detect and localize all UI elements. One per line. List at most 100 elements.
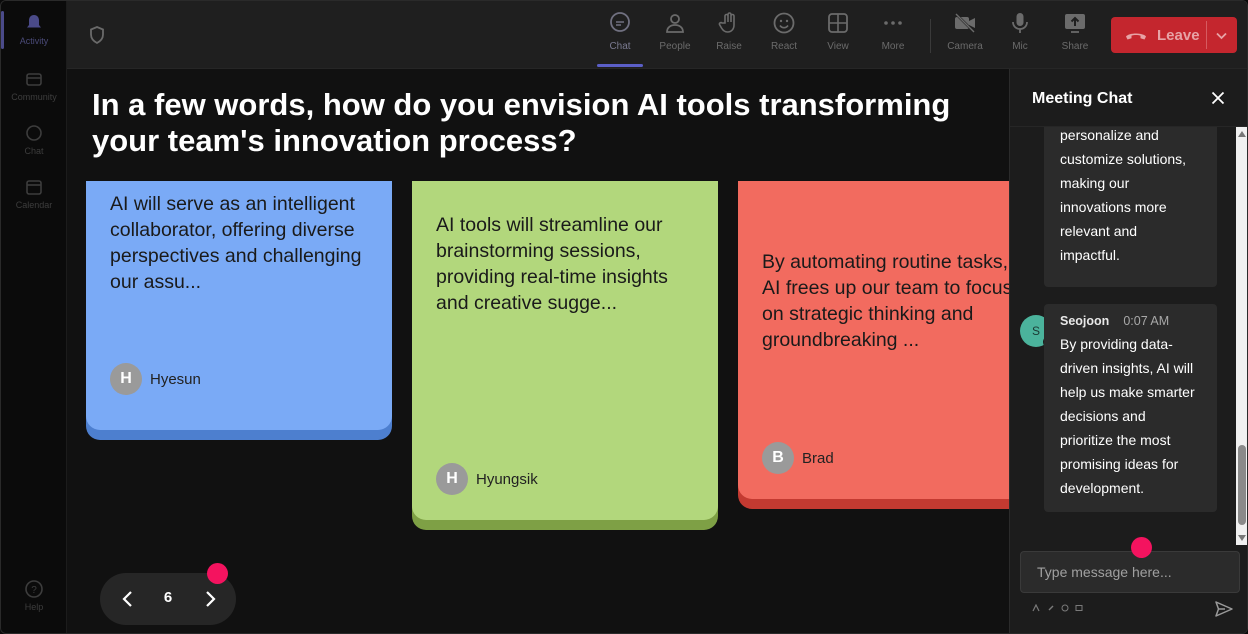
send-icon[interactable] bbox=[1214, 599, 1234, 619]
toolbar-chat-button[interactable]: Chat bbox=[595, 11, 645, 67]
click-marker bbox=[1131, 537, 1152, 558]
message-meta: Seojoon 0:07 AM bbox=[1060, 312, 1201, 330]
leave-label: Leave bbox=[1157, 26, 1200, 44]
scroll-up-arrow[interactable] bbox=[1238, 131, 1246, 137]
chat-header: Meeting Chat bbox=[1010, 69, 1247, 127]
chat-panel: Meeting Chat personalize and customize s… bbox=[1009, 69, 1247, 633]
chat-icon bbox=[26, 125, 42, 141]
toolbar-label: Share bbox=[1061, 41, 1089, 52]
toolbar-label: Camera bbox=[947, 41, 983, 52]
sender-name: Seojoon bbox=[1060, 314, 1110, 328]
rail-label: Chat bbox=[24, 146, 44, 156]
message-line: personalize and bbox=[1060, 127, 1159, 143]
format-icon[interactable] bbox=[1032, 604, 1040, 612]
rail-item-calendar[interactable]: Calendar bbox=[1, 169, 67, 219]
rail-label: Community bbox=[11, 92, 57, 102]
meeting-toolbar: Chat People Raise React View More Camera bbox=[67, 1, 1247, 69]
toolbar-react-button[interactable]: React bbox=[759, 11, 809, 63]
toolbar-label: Raise bbox=[716, 41, 742, 52]
emoji-icon bbox=[773, 12, 795, 34]
response-card[interactable]: AI will serve as an intelligent collabor… bbox=[86, 181, 392, 430]
close-icon[interactable] bbox=[1210, 90, 1226, 106]
toolbar-label: People bbox=[659, 41, 691, 52]
message-line: development. bbox=[1060, 480, 1145, 496]
emoji-icon[interactable] bbox=[1061, 604, 1069, 612]
message-line: decisions and bbox=[1060, 408, 1146, 424]
poll-stage: In a few words, how do you envision AI t… bbox=[67, 69, 1009, 633]
toolbar-mic-button[interactable]: Mic bbox=[995, 11, 1045, 63]
response-card[interactable]: By automating routine tasks, AI frees up… bbox=[738, 181, 1009, 499]
attach-icon[interactable] bbox=[1047, 604, 1055, 612]
rail-item-help[interactable]: ? Help bbox=[1, 571, 67, 621]
click-marker bbox=[207, 563, 228, 584]
svg-text:?: ? bbox=[31, 585, 37, 596]
toolbar-divider bbox=[930, 19, 931, 53]
toolbar-share-button[interactable]: Share bbox=[1050, 11, 1100, 63]
rail-item-activity[interactable]: Activity bbox=[1, 5, 67, 55]
message-line: driven insights, AI will bbox=[1060, 360, 1194, 376]
toolbar-label: Mic bbox=[1012, 41, 1028, 52]
message-line: By providing data- bbox=[1060, 336, 1173, 352]
response-text-line: By automating routine tasks, bbox=[762, 251, 1009, 273]
toolbar-label: More bbox=[881, 41, 905, 52]
gif-icon[interactable] bbox=[1075, 604, 1083, 612]
author-name: Brad bbox=[802, 449, 834, 467]
chat-scrollbar[interactable] bbox=[1236, 127, 1247, 545]
chat-message: Seojoon 0:07 AM By providing data- drive… bbox=[1044, 304, 1217, 512]
toolbar-raise-button[interactable]: Raise bbox=[704, 11, 754, 63]
rail-item-chat[interactable]: Chat bbox=[1, 115, 67, 165]
toolbar-camera-button[interactable]: Camera bbox=[940, 11, 990, 63]
toolbar-label: React bbox=[770, 41, 798, 52]
message-line: help us make smarter bbox=[1060, 384, 1195, 400]
toolbar-view-button[interactable]: View bbox=[813, 11, 863, 63]
chevron-down-icon[interactable] bbox=[1215, 29, 1228, 42]
response-text: AI tools will streamline our brainstormi… bbox=[436, 214, 668, 314]
scroll-thumb[interactable] bbox=[1238, 445, 1246, 525]
chevron-left-icon[interactable] bbox=[116, 587, 140, 611]
message-line: innovations more bbox=[1060, 199, 1167, 215]
scroll-down-arrow[interactable] bbox=[1238, 535, 1246, 541]
response-text-line: on strategic thinking and bbox=[762, 303, 974, 325]
meeting-window: Activity Community Chat Calendar ? Help … bbox=[0, 0, 1248, 634]
response-card[interactable]: AI tools will streamline our brainstormi… bbox=[412, 181, 718, 520]
response-author: B Brad bbox=[762, 442, 834, 474]
share-screen-icon bbox=[1065, 14, 1085, 33]
page-number: 6 bbox=[163, 589, 173, 606]
grid-view-icon bbox=[828, 13, 848, 33]
community-icon bbox=[26, 73, 42, 86]
calendar-icon bbox=[26, 180, 42, 195]
chevron-right-icon[interactable] bbox=[198, 587, 222, 611]
toolbar-label: Chat bbox=[609, 41, 631, 52]
response-text: By automating routine tasks, AI frees up… bbox=[762, 181, 1009, 353]
message-line: making our bbox=[1060, 175, 1130, 191]
chat-title: Meeting Chat bbox=[1032, 90, 1133, 107]
message-line: prioritize the most bbox=[1060, 432, 1171, 448]
author-name: Hyesun bbox=[150, 370, 201, 388]
rail-label: Help bbox=[24, 602, 44, 612]
avatar: H bbox=[436, 463, 468, 495]
left-rail: Activity Community Chat Calendar ? Help bbox=[1, 1, 67, 633]
message-list[interactable]: personalize and customize solutions, mak… bbox=[1010, 127, 1236, 545]
toolbar-people-button[interactable]: People bbox=[650, 11, 700, 63]
leave-divider bbox=[1206, 21, 1207, 49]
message-line: relevant and bbox=[1060, 223, 1138, 239]
rail-label: Calendar bbox=[15, 200, 53, 210]
response-author: H Hyesun bbox=[110, 363, 201, 395]
avatar: H bbox=[110, 363, 142, 395]
message-line: impactful. bbox=[1060, 247, 1120, 263]
rail-label: Activity bbox=[19, 36, 49, 46]
response-author: H Hyungsik bbox=[436, 463, 538, 495]
chat-icon bbox=[610, 12, 630, 32]
rail-item-community[interactable]: Community bbox=[1, 61, 67, 111]
response-text-line: AI frees up our team to focus bbox=[762, 277, 1009, 299]
leave-button[interactable]: Leave bbox=[1111, 17, 1237, 53]
shield-icon[interactable] bbox=[87, 25, 107, 45]
toolbar-more-button[interactable]: More bbox=[868, 11, 918, 63]
hang-up-icon bbox=[1126, 33, 1146, 40]
chat-message: personalize and customize solutions, mak… bbox=[1044, 127, 1217, 287]
message-input[interactable] bbox=[1020, 551, 1240, 593]
question-title: In a few words, how do you envision AI t… bbox=[92, 87, 951, 158]
response-text-line: groundbreaking ... bbox=[762, 329, 920, 351]
microphone-icon bbox=[1012, 13, 1028, 33]
help-icon: ? bbox=[25, 580, 43, 598]
